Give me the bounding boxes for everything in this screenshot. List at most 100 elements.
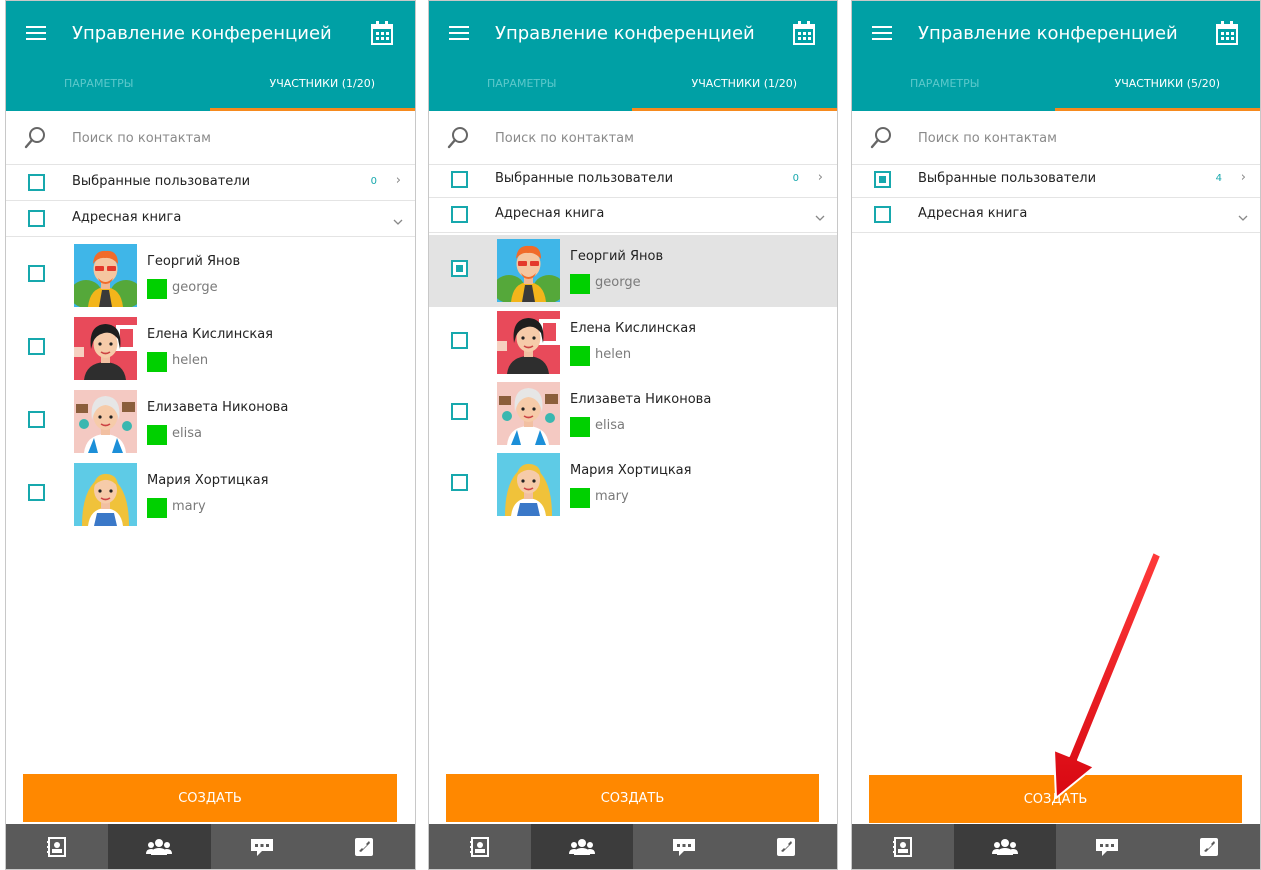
selected-users-label: Выбранные пользователи — [918, 171, 1097, 186]
tab-params[interactable]: ПАРАМЕТРЫ — [487, 77, 556, 90]
search-bar — [6, 112, 415, 165]
contact-name: Мария Хортицкая — [147, 473, 269, 488]
chevron-down-icon[interactable] — [815, 208, 825, 221]
address-book-checkbox[interactable] — [874, 206, 891, 223]
contact-item[interactable]: Елена Кислинская helen — [429, 307, 837, 379]
address-book-row[interactable]: Адресная книга — [6, 201, 415, 237]
calendar-icon[interactable] — [1216, 21, 1238, 45]
tab-members[interactable]: УЧАСТНИКИ (5/20) — [1115, 77, 1221, 90]
contact-name: Елена Кислинская — [147, 327, 273, 342]
chevron-right-icon: › — [395, 173, 401, 188]
calendar-icon[interactable] — [793, 21, 815, 45]
contact-item[interactable]: Мария Хортицкая mary — [429, 449, 837, 521]
avatar — [497, 453, 560, 516]
nav-chat[interactable] — [211, 824, 313, 869]
hamburger-menu-icon[interactable] — [872, 26, 892, 42]
contact-checkbox[interactable] — [451, 260, 468, 277]
active-tab-indicator — [1055, 108, 1260, 111]
nav-group[interactable] — [531, 824, 633, 869]
selected-users-row[interactable]: Выбранные пользователи 4 › — [852, 162, 1260, 198]
active-tab-indicator — [632, 108, 837, 111]
nav-phone[interactable] — [1158, 824, 1260, 869]
nav-chat[interactable] — [1056, 824, 1158, 869]
avatar — [497, 239, 560, 302]
conference-panel: Управление конференцией ПАРАМЕТРЫ УЧАСТН… — [851, 0, 1261, 870]
contact-checkbox[interactable] — [28, 265, 45, 282]
chevron-down-icon[interactable] — [393, 212, 403, 225]
nav-group[interactable] — [954, 824, 1056, 869]
avatar — [74, 463, 137, 526]
contact-item[interactable]: Георгий Янов george — [6, 240, 415, 312]
contact-login: helen — [595, 347, 632, 362]
tab-members[interactable]: УЧАСТНИКИ (1/20) — [692, 77, 798, 90]
search-icon — [24, 126, 46, 150]
contact-login: george — [595, 275, 641, 290]
selected-users-row[interactable]: Выбранные пользователи 0 › — [6, 165, 415, 201]
search-icon — [870, 126, 892, 150]
create-button[interactable]: СОЗДАТЬ — [446, 774, 819, 822]
create-button[interactable]: СОЗДАТЬ — [869, 775, 1242, 823]
contact-item[interactable]: Елизавета Никонова elisa — [429, 378, 837, 450]
bottom-nav — [6, 824, 415, 869]
nav-chat[interactable] — [633, 824, 735, 869]
selected-users-checkbox[interactable] — [451, 171, 468, 188]
contact-login: mary — [595, 489, 629, 504]
page-title: Управление конференцией — [72, 23, 332, 44]
contact-checkbox[interactable] — [451, 474, 468, 491]
nav-contacts-book[interactable] — [429, 824, 531, 869]
contact-login: mary — [172, 499, 206, 514]
tab-params[interactable]: ПАРАМЕТРЫ — [910, 77, 979, 90]
contact-item[interactable]: Мария Хортицкая mary — [6, 459, 415, 531]
online-status-icon — [570, 346, 590, 366]
contact-checkbox[interactable] — [28, 484, 45, 501]
address-book-checkbox[interactable] — [451, 206, 468, 223]
bottom-nav — [429, 824, 837, 869]
contact-login: elisa — [595, 418, 625, 433]
calendar-icon[interactable] — [371, 21, 393, 45]
nav-group[interactable] — [108, 824, 211, 869]
nav-phone[interactable] — [313, 824, 415, 869]
selected-users-count: 4 — [1215, 173, 1222, 184]
selected-users-label: Выбранные пользователи — [495, 171, 674, 186]
online-status-icon — [570, 274, 590, 294]
search-input[interactable] — [495, 126, 795, 150]
avatar — [497, 311, 560, 374]
contact-checkbox[interactable] — [451, 403, 468, 420]
online-status-icon — [570, 488, 590, 508]
hamburger-menu-icon[interactable] — [26, 26, 46, 42]
selected-users-row[interactable]: Выбранные пользователи 0 › — [429, 162, 837, 198]
contact-name: Георгий Янов — [570, 249, 664, 264]
nav-phone[interactable] — [735, 824, 837, 869]
search-input[interactable] — [918, 126, 1218, 150]
avatar — [74, 390, 137, 453]
contact-item[interactable]: Георгий Янов george — [429, 235, 837, 307]
avatar — [74, 317, 137, 380]
hamburger-menu-icon[interactable] — [449, 26, 469, 42]
contact-checkbox[interactable] — [28, 411, 45, 428]
contact-name: Елена Кислинская — [570, 321, 696, 336]
online-status-icon — [570, 417, 590, 437]
address-book-checkbox[interactable] — [28, 210, 45, 227]
tab-params[interactable]: ПАРАМЕТРЫ — [64, 77, 133, 90]
avatar — [74, 244, 137, 307]
chevron-down-icon[interactable] — [1238, 208, 1248, 221]
selected-users-checkbox[interactable] — [28, 174, 45, 191]
contact-checkbox[interactable] — [28, 338, 45, 355]
nav-contacts-book[interactable] — [6, 824, 108, 869]
create-button[interactable]: СОЗДАТЬ — [23, 774, 397, 822]
contact-item[interactable]: Елена Кислинская helen — [6, 313, 415, 385]
address-book-row[interactable]: Адресная книга — [852, 197, 1260, 233]
conference-panel: Управление конференцией ПАРАМЕТРЫ УЧАСТН… — [428, 0, 838, 870]
active-tab-indicator — [210, 108, 415, 111]
contact-checkbox[interactable] — [451, 332, 468, 349]
nav-contacts-book[interactable] — [852, 824, 954, 869]
contact-item[interactable]: Елизавета Никонова elisa — [6, 386, 415, 458]
address-book-label: Адресная книга — [918, 206, 1028, 221]
contact-login: george — [172, 280, 218, 295]
tab-members[interactable]: УЧАСТНИКИ (1/20) — [270, 77, 376, 90]
selected-users-checkbox[interactable] — [874, 171, 891, 188]
address-book-row[interactable]: Адресная книга — [429, 197, 837, 233]
contact-login: helen — [172, 353, 209, 368]
search-input[interactable] — [72, 126, 372, 150]
online-status-icon — [147, 498, 167, 518]
